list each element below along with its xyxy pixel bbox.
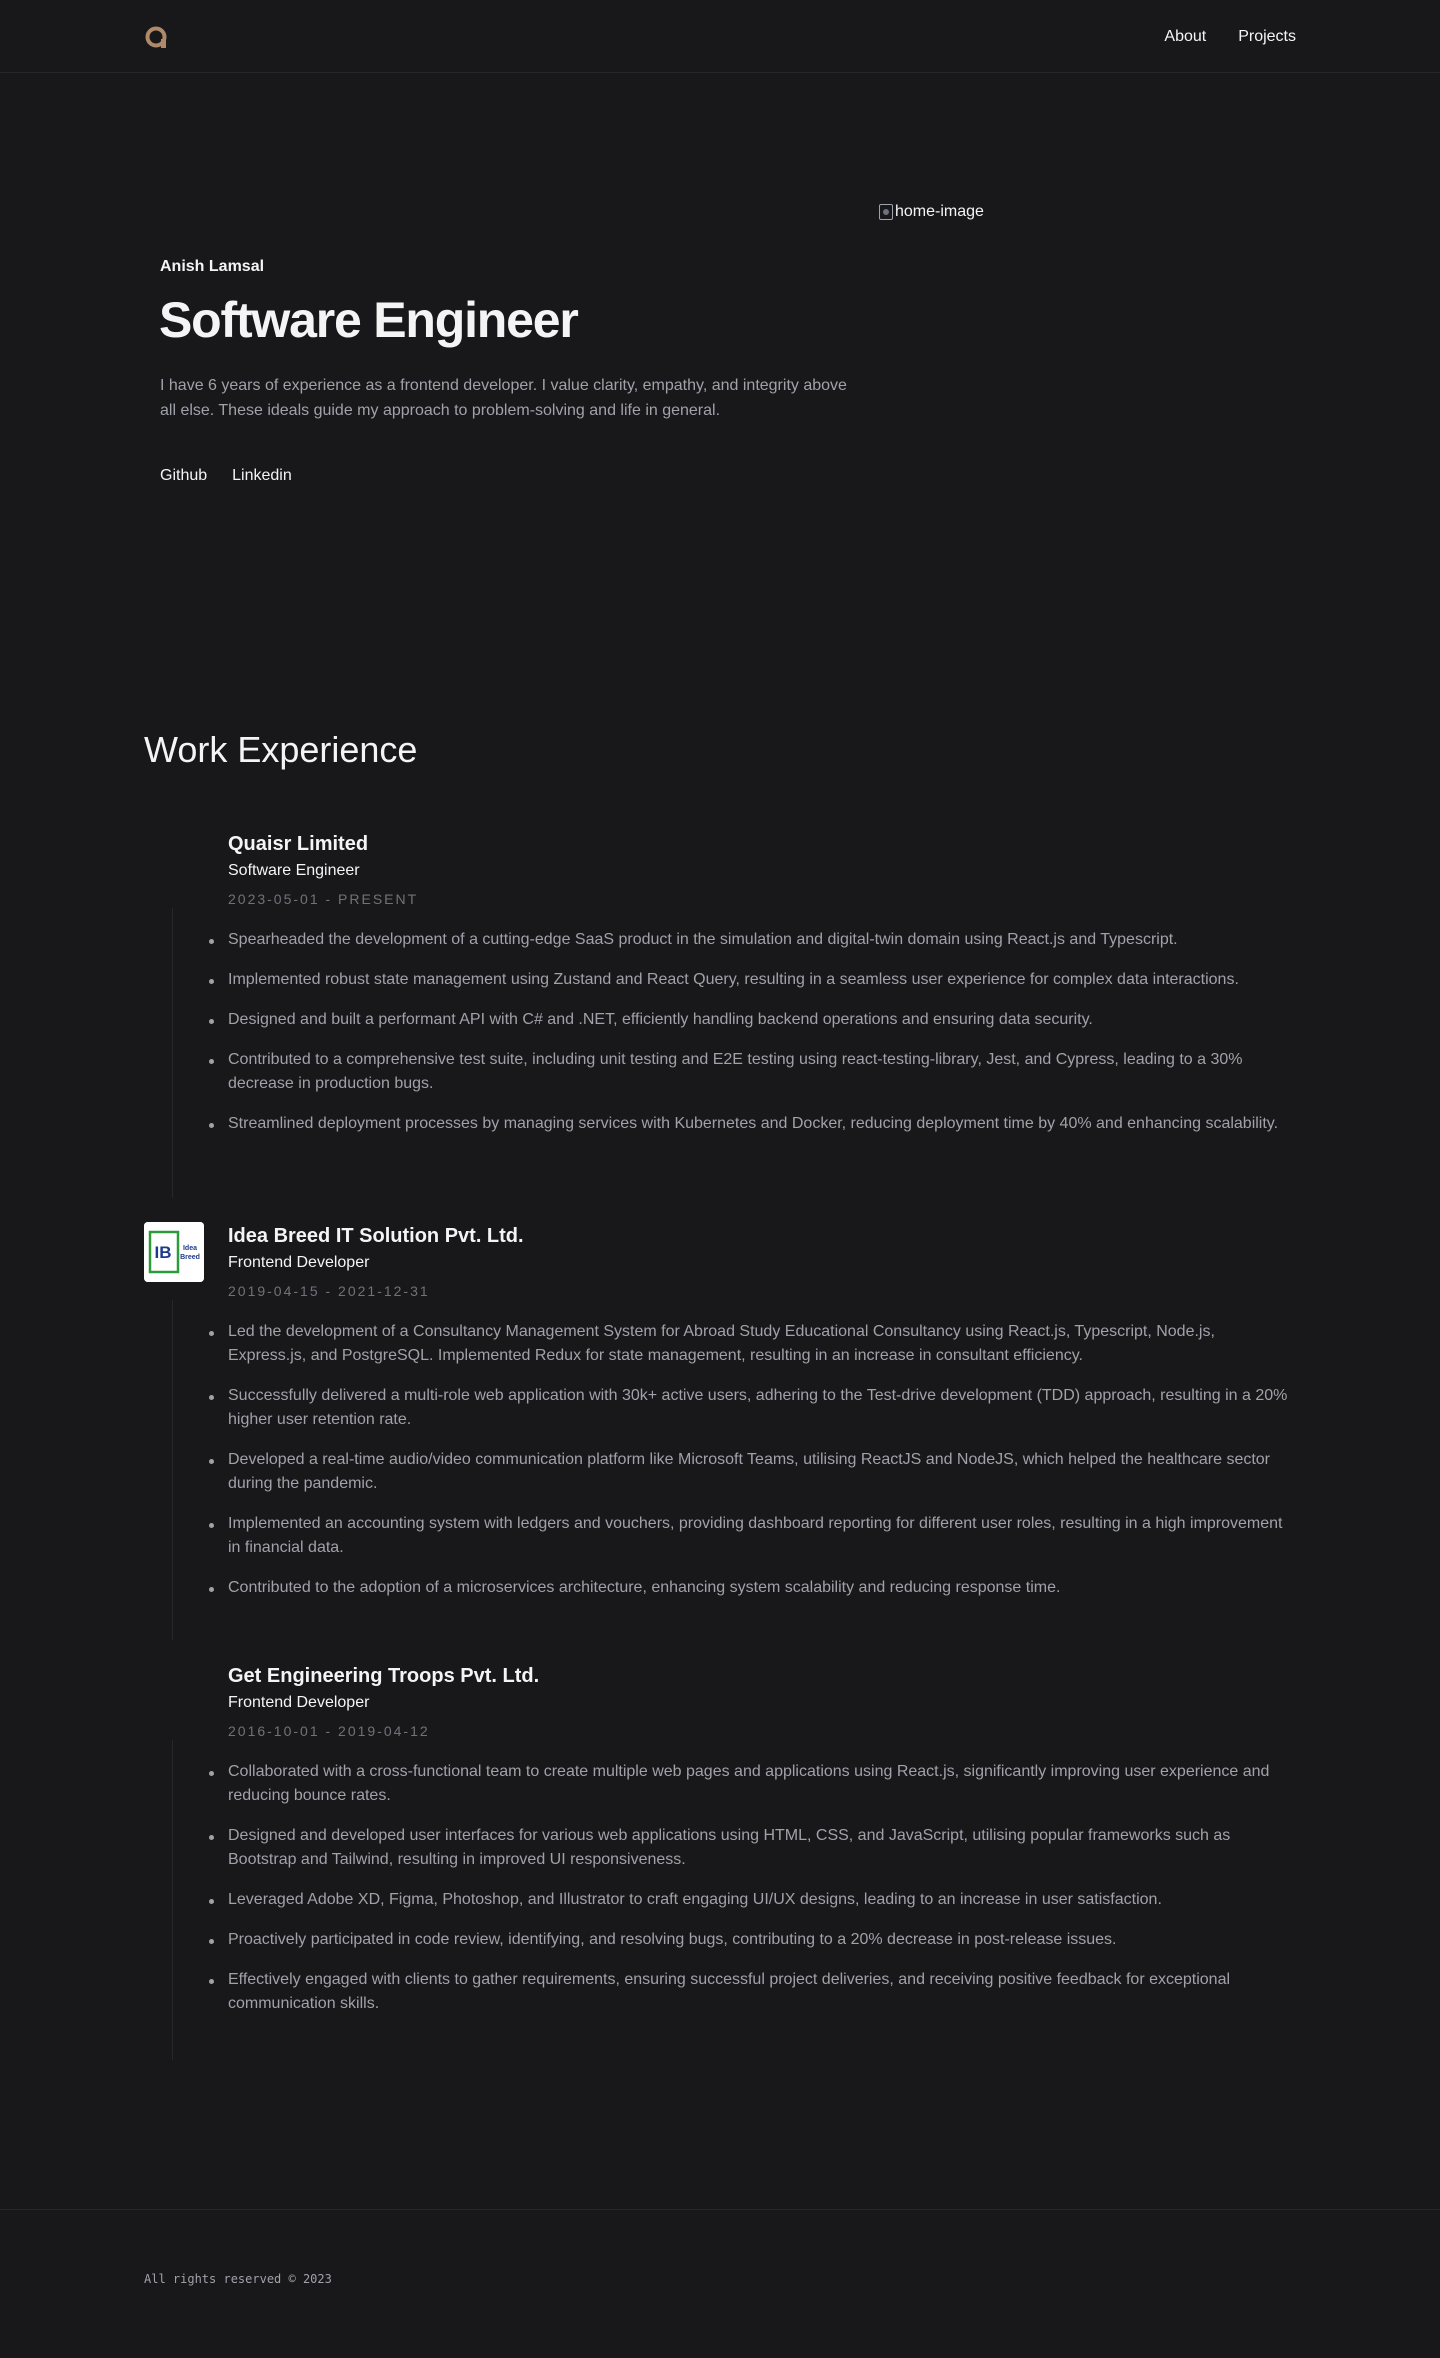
hero-title: Software Engineer	[159, 292, 579, 348]
work-experience-title: Work Experience	[144, 729, 418, 770]
ring-logo-icon[interactable]	[144, 25, 168, 49]
list-item: Leveraged Adobe XD, Figma, Photoshop, an…	[209, 1888, 1294, 1912]
list-item: Implemented an accounting system with le…	[209, 1512, 1294, 1560]
linkedin-link[interactable]: Linkedin	[232, 467, 292, 485]
idea-breed-logo: IB Idea Breed	[144, 1222, 204, 1282]
company-name: Get Engineering Troops Pvt. Ltd.	[228, 1665, 540, 1687]
list-item: Spearheaded the development of a cutting…	[209, 928, 1294, 952]
list-item: Led the development of a Consultancy Man…	[209, 1320, 1294, 1368]
job-responsibilities: Led the development of a Consultancy Man…	[209, 1320, 1294, 1616]
list-item: Successfully delivered a multi-role web …	[209, 1384, 1294, 1432]
job-role: Software Engineer	[228, 862, 360, 879]
timeline-line	[172, 1300, 173, 1640]
job-responsibilities: Spearheaded the development of a cutting…	[209, 928, 1294, 1152]
svg-text:IB: IB	[155, 1243, 172, 1262]
list-item: Contributed to the adoption of a microse…	[209, 1576, 1294, 1600]
broken-image-icon	[879, 204, 893, 220]
hero-description: I have 6 years of experience as a fronte…	[160, 377, 847, 419]
nav-projects-link[interactable]: Projects	[1238, 28, 1296, 46]
job-dates: 2016-10-01 - 2019-04-12	[228, 1723, 430, 1739]
list-item: Designed and developed user interfaces f…	[209, 1824, 1294, 1872]
hero-name: Anish Lamsal	[160, 258, 265, 275]
company-name: Idea Breed IT Solution Pvt. Ltd.	[228, 1225, 524, 1247]
job-dates: 2023-05-01 - PRESENT	[228, 891, 419, 907]
site-footer: All rights reserved © 2023	[0, 2209, 1440, 2358]
list-item: Effectively engaged with clients to gath…	[209, 1968, 1294, 2016]
nav-about-link[interactable]: About	[1164, 28, 1206, 46]
list-item: Contributed to a comprehensive test suit…	[209, 1048, 1294, 1096]
social-links: Github Linkedin	[160, 467, 292, 485]
job-entry-idea-breed: IB Idea Breed Idea Breed IT Solution Pvt…	[144, 1222, 1294, 1642]
site-header: About Projects	[0, 0, 1440, 73]
copyright-text: All rights reserved © 2023	[144, 2272, 332, 2286]
list-item: Proactively participated in code review,…	[209, 1928, 1294, 1952]
job-role: Frontend Developer	[228, 1254, 370, 1271]
job-entry-quaisr: Quaisr Limited Software Engineer 2023-05…	[144, 830, 1294, 1200]
home-image-alt-text: home-image	[895, 203, 984, 220]
list-item: Collaborated with a cross-functional tea…	[209, 1760, 1294, 1808]
list-item: Developed a real-time audio/video commun…	[209, 1448, 1294, 1496]
svg-text:Idea: Idea	[183, 1245, 197, 1252]
top-nav: About Projects	[1164, 25, 1296, 49]
list-item: Implemented robust state management usin…	[209, 968, 1294, 992]
timeline-line	[172, 908, 173, 1198]
company-name: Quaisr Limited	[228, 833, 369, 855]
job-entry-get-engineering-troops: Get Engineering Troops Pvt. Ltd. Fronten…	[144, 1662, 1294, 2062]
home-image: home-image	[879, 203, 984, 221]
list-item: Streamlined deployment processes by mana…	[209, 1112, 1294, 1136]
github-link[interactable]: Github	[160, 467, 207, 485]
job-dates: 2019-04-15 - 2021-12-31	[228, 1283, 430, 1299]
list-item: Designed and built a performant API with…	[209, 1008, 1294, 1032]
svg-text:Breed: Breed	[180, 1254, 200, 1261]
job-responsibilities: Collaborated with a cross-functional tea…	[209, 1760, 1294, 2032]
timeline-line	[172, 1740, 173, 2060]
job-role: Frontend Developer	[228, 1694, 370, 1711]
